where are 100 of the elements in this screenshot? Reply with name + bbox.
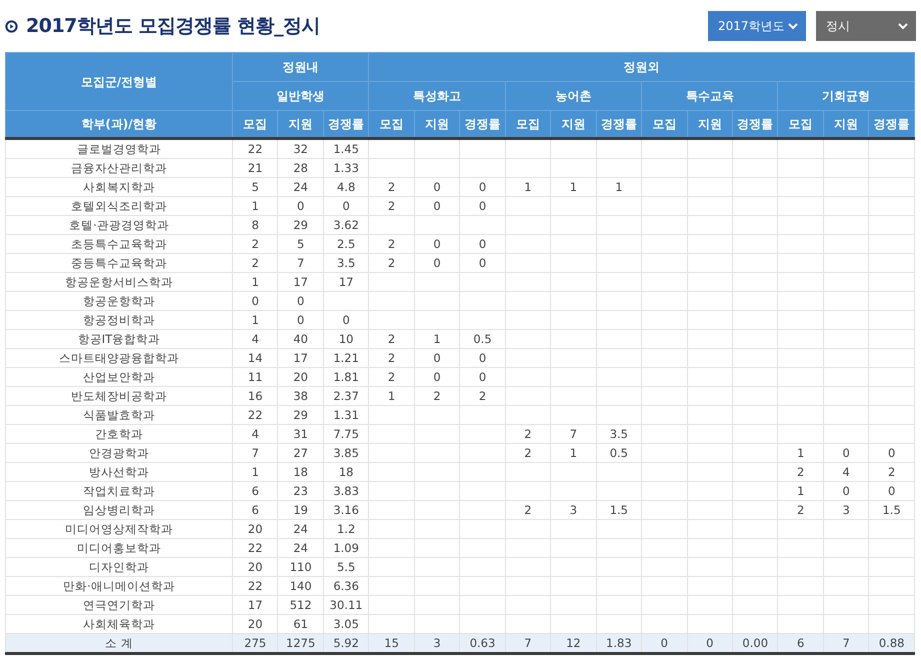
table-cell: 3.83 — [323, 482, 369, 500]
table-cell: 1.33 — [323, 158, 369, 178]
column-header: 정원외 — [368, 52, 914, 82]
table-cell: 1.2 — [323, 520, 369, 538]
column-header: 지원 — [687, 110, 732, 138]
chevron-down-icon — [788, 22, 798, 30]
table-cell: 3.5 — [323, 254, 369, 272]
table-cell: 0 — [868, 444, 914, 462]
column-header: 경쟁률 — [460, 110, 506, 138]
table-cell: 12 — [550, 634, 596, 654]
column-header: 경쟁률 — [596, 110, 642, 138]
table-cell: 24 — [278, 520, 324, 538]
table-cell: 1 — [232, 462, 278, 482]
department-name: 미디어홍보학과 — [6, 538, 232, 558]
table-cell: 15 — [368, 634, 414, 654]
table-cell: 3 — [550, 500, 596, 520]
year-dropdown[interactable]: 2017학년도 — [708, 11, 806, 41]
table-cell: 2 — [778, 500, 824, 520]
table-cell: 3.62 — [323, 216, 369, 234]
column-header: 특수교육 — [642, 82, 778, 110]
table-cell: 0 — [414, 196, 460, 216]
table-cell: 6.36 — [323, 576, 369, 596]
table-cell: 11 — [232, 368, 278, 386]
table-cell: 1275 — [278, 634, 324, 654]
table-cell: 2 — [505, 444, 551, 462]
table-cell: 0.63 — [460, 634, 506, 654]
column-header: 모집 — [642, 110, 688, 138]
table-cell: 22 — [232, 138, 278, 158]
table-cell: 2 — [368, 178, 414, 196]
table-cell: 2 — [368, 234, 414, 254]
table-cell: 2.37 — [323, 386, 369, 406]
department-name: 안경광학과 — [6, 444, 232, 462]
table-cell: 7.75 — [323, 424, 369, 444]
table-cell: 1 — [505, 178, 551, 196]
table-cell: 17 — [232, 596, 278, 614]
department-name: 항공IT융합학과 — [6, 330, 232, 348]
department-name: 반도체장비공학과 — [6, 386, 232, 406]
table-cell: 275 — [232, 634, 278, 654]
column-header: 농어촌 — [505, 82, 642, 110]
table-cell: 0 — [414, 178, 460, 196]
table-cell: 7 — [550, 424, 596, 444]
table-cell: 18 — [323, 462, 369, 482]
page-title: 2017학년도 모집경쟁률 현황_정시 — [26, 14, 320, 39]
table-cell: 22 — [232, 576, 278, 596]
department-name: 금융자산관리학과 — [6, 158, 232, 178]
table-cell: 7 — [278, 254, 324, 272]
department-name: 초등특수교육학과 — [6, 234, 232, 254]
table-cell: 4 — [232, 330, 278, 348]
table-cell: 27 — [278, 444, 324, 462]
department-name: 항공운항서비스학과 — [6, 272, 232, 292]
table-cell: 1.09 — [323, 538, 369, 558]
table-cell: 20 — [232, 558, 278, 576]
department-name: 미디어영상제작학과 — [6, 520, 232, 538]
table-cell: 0 — [460, 254, 506, 272]
table-cell: 0 — [460, 178, 506, 196]
department-name: 작업치료학과 — [6, 482, 232, 500]
table-cell: 30.11 — [323, 596, 369, 614]
table-cell: 0 — [823, 482, 869, 500]
table-cell: 1 — [232, 196, 278, 216]
table-cell: 16 — [232, 386, 278, 406]
admission-type-dropdown[interactable]: 정시 — [816, 11, 916, 41]
table-cell: 8 — [232, 216, 278, 234]
table-cell: 22 — [232, 406, 278, 424]
table-cell: 28 — [278, 158, 324, 178]
table-cell: 0 — [323, 196, 369, 216]
table-cell: 0 — [414, 348, 460, 368]
column-header: 지원 — [823, 110, 869, 138]
table-cell: 32 — [278, 138, 324, 158]
department-name: 호텔외식조리학과 — [6, 196, 232, 216]
table-cell: 0 — [460, 348, 506, 368]
chevron-down-icon — [898, 22, 908, 30]
table-cell: 17 — [323, 272, 369, 292]
table-cell: 10 — [323, 330, 369, 348]
table-cell: 0 — [278, 310, 324, 330]
column-header: 일반학생 — [232, 82, 369, 110]
table-cell: 21 — [232, 158, 278, 178]
table-cell: 1 — [778, 482, 824, 500]
table-cell: 19 — [278, 500, 324, 520]
table-cell: 1 — [550, 444, 596, 462]
table-cell: 38 — [278, 386, 324, 406]
table-cell: 1 — [232, 272, 278, 292]
table-cell: 0 — [414, 234, 460, 254]
department-name: 항공운항학과 — [6, 292, 232, 310]
table-cell: 1 — [550, 178, 596, 196]
table-cell: 18 — [278, 462, 324, 482]
table-cell: 3.85 — [323, 444, 369, 462]
column-header: 모집 — [778, 110, 824, 138]
table-cell: 1.81 — [323, 368, 369, 386]
column-header: 경쟁률 — [732, 110, 778, 138]
department-name: 만화·애니메이션학과 — [6, 576, 232, 596]
table-cell: 17 — [278, 272, 324, 292]
table-cell: 5 — [232, 178, 278, 196]
table-cell: 0.5 — [460, 330, 506, 348]
table-cell: 7 — [232, 444, 278, 462]
column-header: 지원 — [414, 110, 460, 138]
column-header: 정원내 — [232, 52, 369, 82]
table-cell: 2 — [778, 462, 824, 482]
table-cell: 31 — [278, 424, 324, 444]
table-cell: 2 — [414, 386, 460, 406]
table-cell: 5.92 — [323, 634, 369, 654]
